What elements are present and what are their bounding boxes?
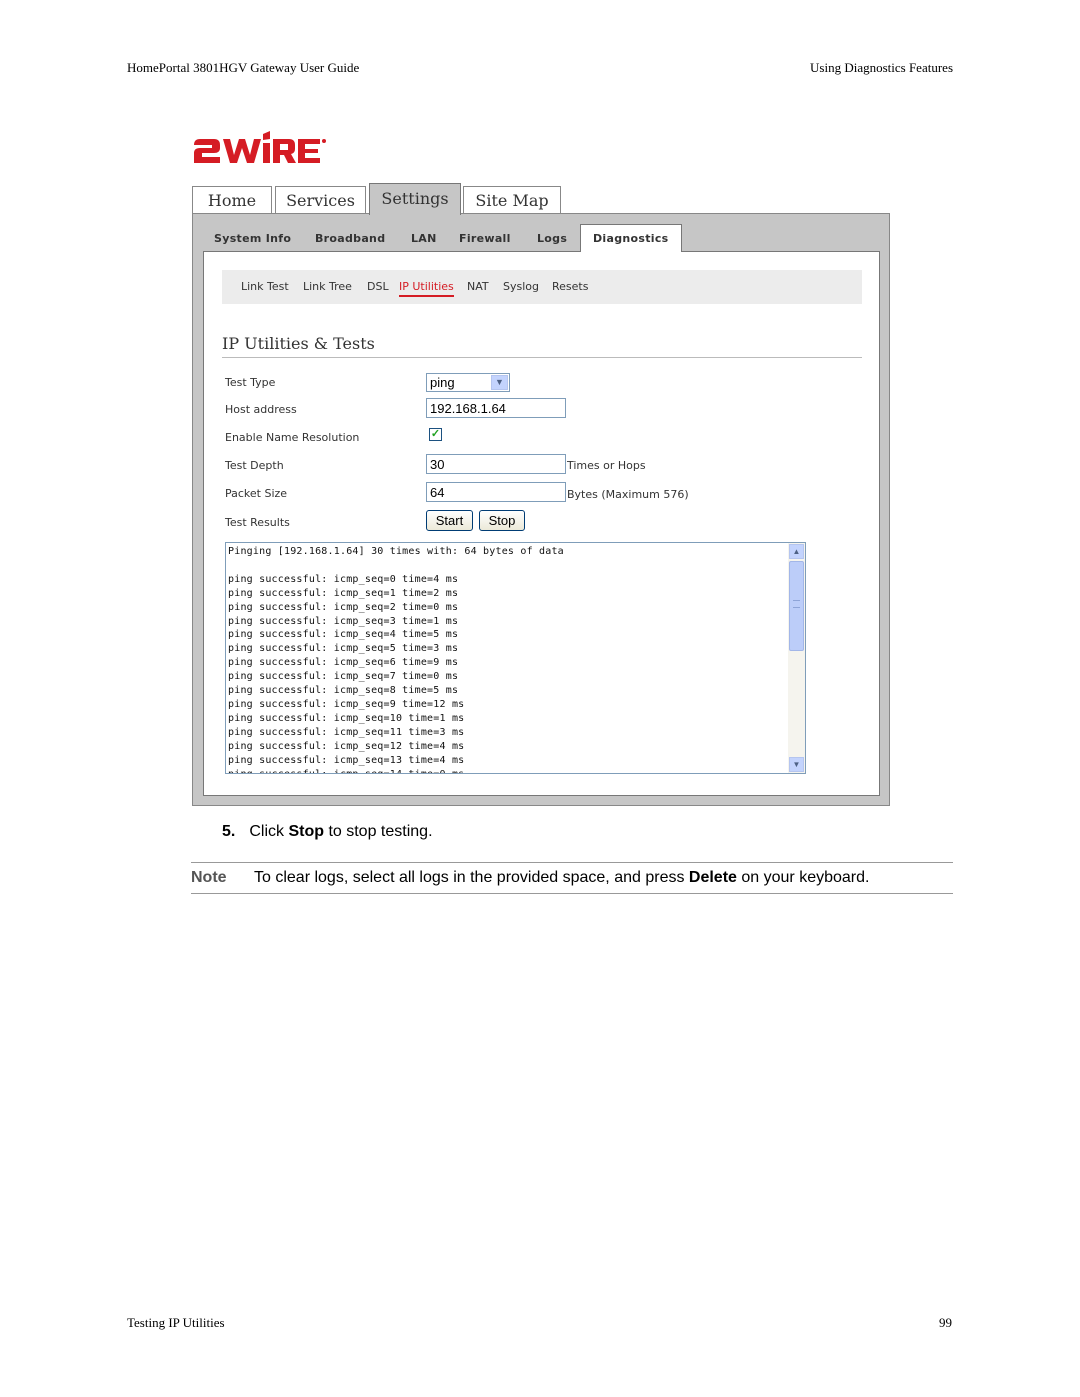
start-button[interactable]: Start	[426, 510, 473, 531]
note-bottom-rule	[191, 893, 953, 894]
step-text-post: to stop testing.	[324, 823, 433, 840]
note-text: To clear logs, select all logs in the pr…	[254, 869, 869, 887]
page-number: 99	[939, 1315, 952, 1330]
note-text-bold: Delete	[688, 869, 737, 886]
test-depth-input[interactable]	[426, 454, 566, 474]
section-title: IP Utilities & Tests	[222, 334, 375, 353]
scroll-up-icon[interactable]: ▲	[789, 544, 804, 559]
grip-icon	[793, 600, 800, 608]
test-results-log: Pinging [192.168.1.64] 30 times with: 64…	[228, 546, 564, 774]
subtab-firewall[interactable]: Firewall	[459, 232, 511, 245]
step-text-bold: Stop	[288, 823, 324, 840]
tab-settings[interactable]: Settings	[369, 183, 461, 215]
nav-link-test[interactable]: Link Test	[241, 280, 289, 293]
test-depth-unit: Times or Hops	[567, 459, 646, 472]
note-label: Note	[191, 869, 227, 886]
chevron-down-icon[interactable]: ▼	[491, 375, 508, 390]
step-number: 5.	[222, 823, 236, 840]
step-5: 5. Click Stop to stop testing.	[222, 823, 433, 841]
settings-frame: System Info Broadband LAN Firewall Logs …	[192, 213, 890, 806]
host-address-input[interactable]	[426, 398, 566, 418]
scrollbar-thumb[interactable]	[789, 561, 804, 651]
test-type-select[interactable]: ping ▼	[426, 373, 510, 392]
test-results-label: Test Results	[225, 516, 290, 529]
diagnostics-panel: Link Test Link Tree DSL IP Utilities NAT…	[203, 251, 880, 796]
nav-ip-utilities[interactable]: IP Utilities	[399, 280, 454, 297]
section-divider	[222, 357, 862, 358]
2wire-logo	[194, 131, 326, 163]
page-footer-section: Testing IP Utilities	[127, 1315, 225, 1330]
subtab-diagnostics[interactable]: Diagnostics	[580, 224, 682, 252]
nav-nat[interactable]: NAT	[467, 280, 489, 293]
subtab-logs[interactable]: Logs	[537, 232, 567, 245]
diagnostics-nav: Link Test Link Tree DSL IP Utilities NAT…	[222, 270, 862, 304]
note-top-rule	[191, 862, 953, 863]
nav-syslog[interactable]: Syslog	[503, 280, 539, 293]
test-type-value: ping	[430, 375, 455, 390]
subtab-system-info[interactable]: System Info	[214, 232, 291, 245]
stop-button[interactable]: Stop	[479, 510, 525, 531]
packet-size-input[interactable]	[426, 482, 566, 502]
nav-link-tree[interactable]: Link Tree	[303, 280, 352, 293]
page-header-section: Using Diagnostics Features	[810, 60, 953, 75]
nav-dsl[interactable]: DSL	[367, 280, 389, 293]
note-text-pre: To clear logs, select all logs in the pr…	[254, 869, 689, 886]
nav-resets[interactable]: Resets	[552, 280, 588, 293]
subtab-lan[interactable]: LAN	[411, 232, 437, 245]
note-text-post: on your keyboard.	[736, 869, 870, 886]
test-results-textarea[interactable]: Pinging [192.168.1.64] 30 times with: 64…	[225, 542, 806, 774]
packet-size-unit: Bytes (Maximum 576)	[567, 488, 689, 501]
subtab-broadband[interactable]: Broadband	[315, 232, 385, 245]
results-scrollbar[interactable]: ▲ ▼	[788, 543, 805, 773]
step-text-pre: Click	[249, 823, 289, 840]
checkmark-icon: ✓	[430, 428, 441, 440]
scroll-down-icon[interactable]: ▼	[789, 757, 804, 772]
page-header-title: HomePortal 3801HGV Gateway User Guide	[127, 60, 360, 75]
tab-site-map[interactable]: Site Map	[463, 186, 561, 214]
tab-home[interactable]: Home	[192, 186, 272, 214]
settings-sub-tabs: System Info Broadband LAN Firewall Logs …	[193, 224, 889, 252]
test-depth-label: Test Depth	[225, 459, 284, 472]
tab-services[interactable]: Services	[275, 186, 366, 214]
packet-size-label: Packet Size	[225, 487, 288, 500]
host-address-label: Host address	[225, 403, 297, 416]
test-type-label: Test Type	[225, 376, 276, 389]
name-resolution-checkbox[interactable]: ✓	[429, 428, 442, 441]
name-resolution-label: Enable Name Resolution	[225, 431, 360, 444]
